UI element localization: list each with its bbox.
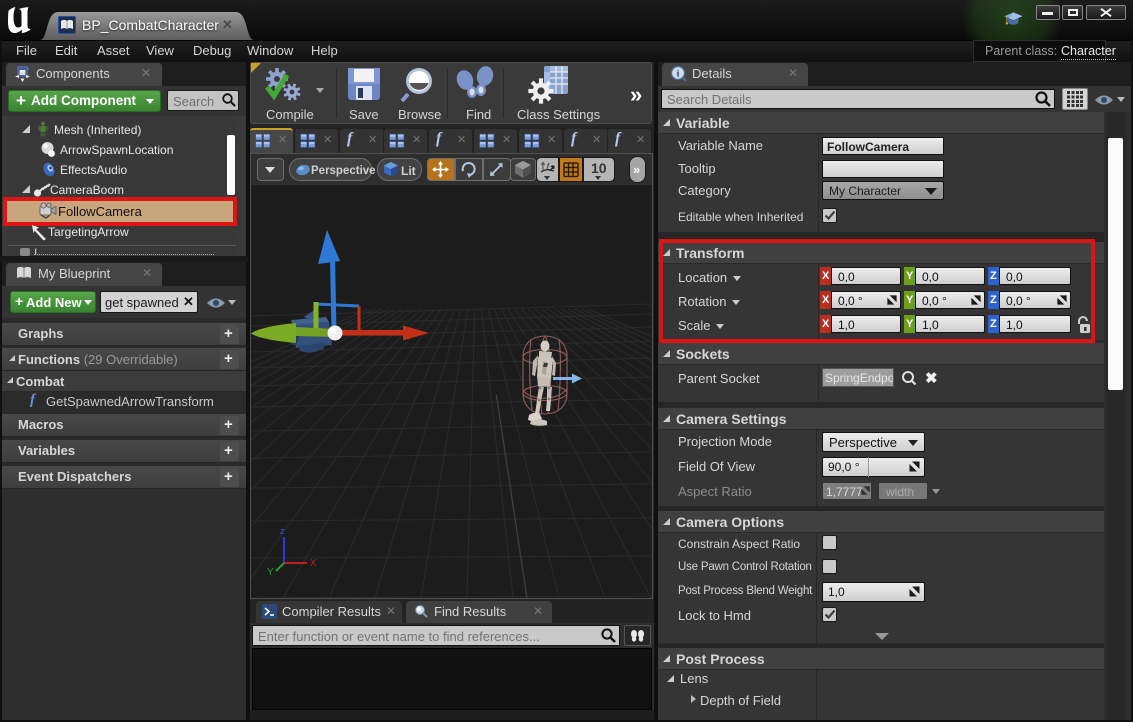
svg-text:z: z [280, 526, 285, 536]
svg-text:X: X [310, 558, 317, 569]
svg-text:Y: Y [267, 567, 274, 578]
